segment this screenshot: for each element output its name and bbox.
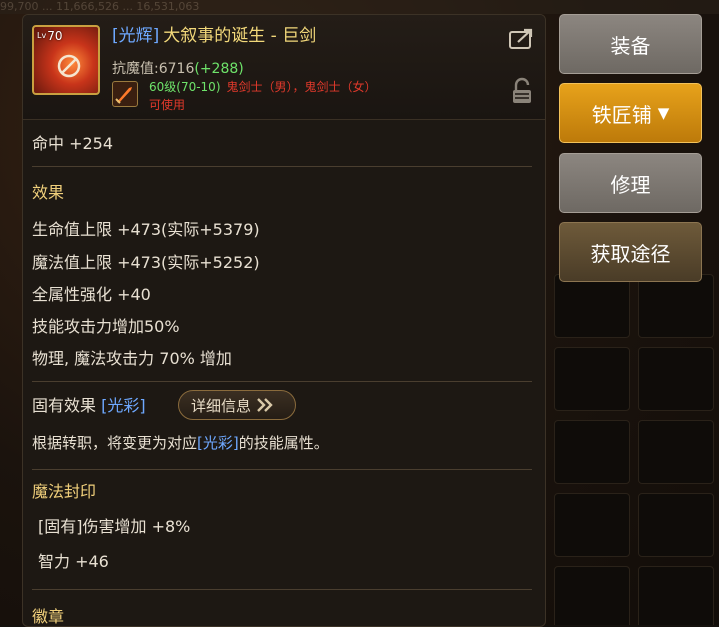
blacksmith-label: 铁匠铺 bbox=[591, 102, 652, 127]
detail-info-button[interactable]: 详细信息 bbox=[178, 390, 296, 420]
caret-down-icon: ▼ bbox=[657, 104, 670, 122]
magic-resist-value: 6716 bbox=[158, 61, 195, 77]
inventory-slot[interactable] bbox=[554, 347, 630, 411]
inherent-description: 根据转职，将变更为对应[光彩]的技能属性。 bbox=[32, 433, 329, 453]
level-value: 70 bbox=[47, 29, 63, 43]
item-name-text: 大叙事的诞生 - 巨剑 bbox=[163, 26, 317, 46]
inventory-slot[interactable] bbox=[638, 274, 714, 338]
divider bbox=[32, 469, 532, 470]
inventory-slot[interactable] bbox=[638, 566, 714, 625]
level-requirement: 60级(70-10) bbox=[149, 80, 221, 94]
tooltip-header: Lv70 [光辉] 大叙事的诞生 - 巨剑 抗魔值:6716(+288) 60级(… bbox=[23, 15, 545, 120]
magic-resist-bonus: (+288) bbox=[194, 61, 244, 77]
inherent-desc-tag: [光彩] bbox=[197, 434, 239, 452]
detail-info-label: 详细信息 bbox=[191, 396, 252, 415]
inherent-desc-prefix: 根据转职，将变更为对应 bbox=[32, 434, 198, 452]
stat-accuracy: 命中 +254 bbox=[32, 134, 114, 153]
usable-status: 可使用 bbox=[149, 98, 186, 112]
stat-phys-mag-attack: 物理, 魔法攻击力 70% 增加 bbox=[32, 349, 232, 368]
share-icon[interactable] bbox=[508, 27, 536, 51]
inherent-effect-title: 固有效果 [光彩] bbox=[32, 396, 146, 416]
equip-button[interactable]: 装备 bbox=[559, 14, 702, 74]
inherent-desc-suffix: 的技能属性。 bbox=[238, 434, 329, 452]
greatsword-icon bbox=[115, 87, 132, 104]
inventory-slot[interactable] bbox=[554, 274, 630, 338]
item-rarity-tag: [光辉] bbox=[112, 26, 160, 46]
equip-label: 装备 bbox=[610, 33, 651, 58]
inventory-slot[interactable] bbox=[554, 420, 630, 484]
inherent-tag: [光彩] bbox=[101, 396, 146, 415]
lock-icon[interactable] bbox=[510, 77, 534, 105]
item-icon: Lv70 bbox=[32, 25, 100, 95]
acquire-source-button[interactable]: 获取途径 bbox=[559, 222, 702, 282]
inventory-slot[interactable] bbox=[554, 566, 630, 625]
item-tooltip: Lv70 [光辉] 大叙事的诞生 - 巨剑 抗魔值:6716(+288) 60级(… bbox=[22, 14, 546, 627]
inventory-slot[interactable] bbox=[638, 420, 714, 484]
stat-all: 全属性强化 +40 bbox=[32, 285, 151, 304]
effects-title: 效果 bbox=[32, 183, 65, 202]
magic-resist: 抗魔值:6716(+288) bbox=[112, 58, 244, 78]
sealed-icon bbox=[57, 54, 81, 78]
divider bbox=[32, 166, 532, 167]
seal-line-2: 智力 +46 bbox=[38, 552, 109, 571]
inventory-slot[interactable] bbox=[638, 347, 714, 411]
stat-hp: 生命值上限 +473(实际+5379) bbox=[32, 220, 260, 239]
stat-skill-attack: 技能攻击力增加50% bbox=[32, 317, 180, 336]
double-chevron-right-icon bbox=[257, 398, 273, 412]
seal-line-1: [固有]伤害增加 +8% bbox=[38, 517, 191, 536]
level-prefix: Lv bbox=[37, 31, 47, 40]
repair-button[interactable]: 修理 bbox=[559, 153, 702, 213]
magic-resist-label: 抗魔值: bbox=[112, 61, 159, 77]
emblem-title: 徽章 bbox=[32, 607, 65, 626]
magic-seal-title: 魔法封印 bbox=[32, 482, 97, 501]
stat-mp: 魔法值上限 +473(实际+5252) bbox=[32, 253, 260, 272]
inventory-grid bbox=[548, 268, 719, 625]
inventory-slot[interactable] bbox=[638, 493, 714, 557]
item-level-badge: Lv70 bbox=[37, 29, 62, 43]
inherent-title-text: 固有效果 bbox=[32, 396, 97, 415]
repair-label: 修理 bbox=[610, 172, 651, 197]
divider bbox=[32, 381, 532, 382]
requirement-line: 60级(70-10) 鬼剑士（男），鬼剑士（女） bbox=[149, 80, 377, 95]
divider bbox=[32, 589, 532, 590]
background-stats-bar: 99,700 ... 11,666,526 ... 16,531,063 bbox=[0, 0, 719, 14]
blacksmith-button[interactable]: 铁匠铺 ▼ bbox=[559, 83, 702, 143]
weapon-class-icon bbox=[112, 81, 138, 107]
class-requirement: 鬼剑士（男），鬼剑士（女） bbox=[226, 80, 377, 94]
inventory-slot[interactable] bbox=[554, 493, 630, 557]
item-name: [光辉] 大叙事的诞生 - 巨剑 bbox=[112, 25, 316, 47]
acquire-source-label: 获取途径 bbox=[590, 241, 671, 266]
